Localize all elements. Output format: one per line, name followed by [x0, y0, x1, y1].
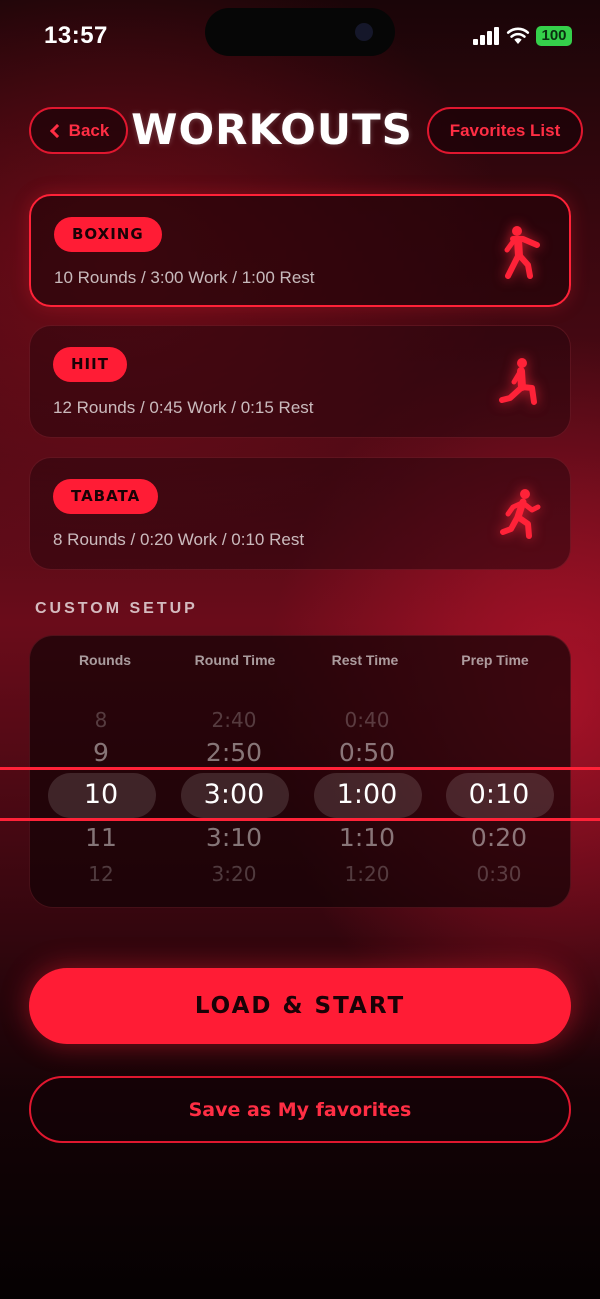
workout-card-boxing[interactable]: BOXING 10 Rounds / 3:00 Work / 1:00 Rest [29, 194, 571, 307]
picker-selected-value[interactable]: 3:00 [169, 779, 299, 810]
picker-option[interactable]: 3:20 [169, 862, 299, 886]
picker-option[interactable]: 1:10 [302, 823, 432, 852]
picker-option[interactable]: 2:50 [169, 738, 299, 767]
picker-option[interactable]: 9 [36, 738, 166, 767]
workout-tag: BOXING [54, 217, 162, 252]
favorites-list-button[interactable]: Favorites List [427, 107, 583, 154]
save-favorites-label: Save as My favorites [188, 1098, 412, 1121]
workout-details: 10 Rounds / 3:00 Work / 1:00 Rest [54, 268, 315, 287]
column-header-rounds: Rounds [78, 652, 132, 668]
column-header-rest-time: Rest Time [331, 652, 399, 668]
picker-option[interactable]: 1:20 [302, 862, 432, 886]
lunge-figure-icon [499, 358, 537, 405]
back-button-label: Back [68, 120, 110, 140]
cellular-signal-icon [473, 27, 501, 45]
picker-selected-value[interactable]: 0:10 [434, 779, 564, 810]
workout-tag: HIIT [53, 347, 127, 382]
chevron-left-icon [49, 123, 64, 138]
picker-option[interactable]: 11 [36, 823, 166, 852]
picker-option[interactable]: 3:10 [169, 823, 299, 852]
custom-setup-title: CUSTOM SETUP [35, 600, 198, 617]
back-button[interactable]: Back [29, 107, 128, 154]
workout-details: 8 Rounds / 0:20 Work / 0:10 Rest [53, 530, 305, 549]
picker-option[interactable]: 0:50 [302, 738, 432, 767]
save-favorites-button[interactable]: Save as My favorites [29, 1076, 571, 1143]
load-and-start-button[interactable]: LOAD & START [29, 968, 571, 1044]
picker-option[interactable]: 12 [36, 862, 166, 886]
workout-details: 12 Rounds / 0:45 Work / 0:15 Rest [53, 398, 314, 417]
picker-selected-value[interactable]: 10 [36, 779, 166, 810]
picker-option[interactable]: 0:20 [434, 823, 564, 852]
selection-line-top [0, 767, 600, 770]
favorites-list-label: Favorites List [449, 120, 561, 140]
picker-option[interactable]: 0:40 [302, 708, 432, 732]
picker-selected-value[interactable]: 1:00 [302, 779, 432, 810]
picker-option[interactable]: 0:30 [434, 862, 564, 886]
load-and-start-label: LOAD & START [194, 993, 406, 1019]
running-figure-icon [500, 489, 541, 539]
column-header-round-time: Round Time [194, 652, 276, 668]
workout-card-hiit[interactable]: HIIT 12 Rounds / 0:45 Work / 0:15 Rest [29, 325, 571, 438]
battery-indicator: 100 [536, 26, 572, 46]
camera-icon [355, 23, 373, 41]
selection-line-bottom [0, 818, 600, 821]
workout-tag: TABATA [53, 479, 159, 514]
picker-option[interactable]: 2:40 [169, 708, 299, 732]
page-title: WORKOUTS [131, 105, 413, 154]
workout-card-tabata[interactable]: TABATA 8 Rounds / 0:20 Work / 0:10 Rest [29, 457, 571, 570]
status-bar: 13:57 100 [0, 0, 600, 72]
custom-setup-picker: Rounds Round Time Rest Time Prep Time 8 … [29, 635, 571, 908]
boxing-figure-icon [504, 226, 540, 279]
status-time: 13:57 [44, 22, 108, 49]
dynamic-island [205, 8, 395, 56]
wifi-icon [506, 27, 530, 44]
column-header-prep-time: Prep Time [461, 652, 529, 668]
picker-option[interactable]: 8 [36, 708, 166, 732]
